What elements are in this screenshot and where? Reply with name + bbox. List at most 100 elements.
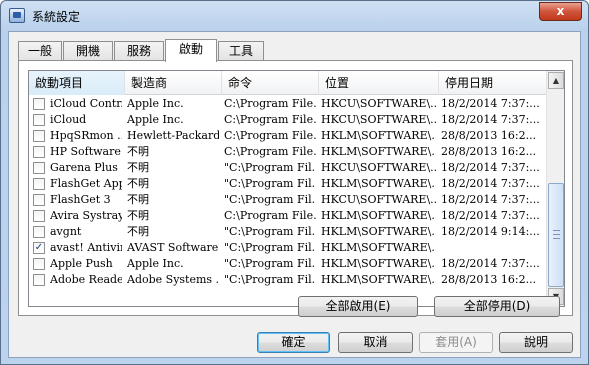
tab-tools[interactable]: 工具 bbox=[218, 41, 264, 61]
location-cell: HKLM\SOFTWARE\... bbox=[321, 257, 436, 270]
help-button[interactable]: 說明 bbox=[499, 332, 573, 353]
date-disabled-cell bbox=[441, 240, 547, 256]
date-disabled-cell: 18/2/2014 7:37:... bbox=[441, 257, 540, 270]
startup-item-name: Apple Push bbox=[50, 257, 113, 270]
command-cell: C:\Program File... bbox=[224, 209, 316, 222]
date-disabled-cell: 18/2/2014 7:37:... bbox=[441, 113, 540, 126]
list-item[interactable]: ✓ avast! Antivirus AVAST Software "C:\Progr… bbox=[29, 240, 547, 256]
list-item[interactable]: Garena Plus 不明 "C:\Program Fil... HKCU\SOFT… bbox=[29, 160, 547, 176]
list-item[interactable]: iCloud Contr... Apple Inc. C:\Program File… bbox=[29, 96, 547, 112]
list-item[interactable]: HP Software ... 不明 C:\Program File... HKLM\… bbox=[29, 144, 547, 160]
date-disabled-cell: 28/8/2013 16:2... bbox=[441, 129, 537, 142]
scrollbar-thumb[interactable] bbox=[548, 183, 564, 287]
list-item[interactable]: Apple Push Apple Inc. "C:\Program Fil... HK… bbox=[29, 256, 547, 272]
manufacturer-cell: 不明 bbox=[127, 209, 149, 222]
list-header: 啟動項目 製造商 命令 位置 停用日期 bbox=[29, 71, 547, 95]
command-cell: "C:\Program Fil... bbox=[224, 177, 316, 190]
tab-startup[interactable]: 啟動 bbox=[165, 39, 217, 62]
startup-item-name: HpqSRmon ... bbox=[50, 129, 122, 142]
column-header-startup-item[interactable]: 啟動項目 bbox=[29, 71, 125, 95]
system-config-app-icon bbox=[9, 8, 25, 23]
startup-item-name: iCloud Contr... bbox=[50, 97, 122, 110]
date-disabled-cell: 18/2/2014 7:37:... bbox=[441, 177, 540, 190]
manufacturer-cell: 不明 bbox=[127, 145, 149, 158]
startup-items-list[interactable]: 啟動項目 製造商 命令 位置 停用日期 iCloud Contr... Apple… bbox=[28, 70, 565, 307]
list-item[interactable]: Avira Systray 不明 C:\Program File... HKLM\SO… bbox=[29, 208, 547, 224]
list-rows: iCloud Contr... Apple Inc. C:\Program File… bbox=[29, 96, 547, 288]
tab-general[interactable]: 一般 bbox=[18, 41, 62, 61]
ok-button[interactable]: 確定 bbox=[257, 332, 330, 353]
command-cell: "C:\Program Fil... bbox=[224, 273, 316, 286]
date-disabled-cell: 18/2/2014 7:37:... bbox=[441, 97, 540, 110]
title-bar[interactable]: 系統設定 x bbox=[1, 1, 588, 31]
startup-item-name: Garena Plus bbox=[50, 161, 118, 174]
startup-item-checkbox[interactable] bbox=[33, 258, 45, 270]
startup-item-name: FlashGet 3 bbox=[50, 193, 111, 206]
manufacturer-cell: Hewlett-Packard bbox=[127, 129, 219, 142]
location-cell: HKLM\SOFTWARE\... bbox=[321, 241, 436, 254]
manufacturer-cell: 不明 bbox=[127, 161, 149, 174]
date-disabled-cell: 18/2/2014 9:14:... bbox=[441, 225, 540, 238]
location-cell: HKLM\SOFTWARE\... bbox=[321, 129, 436, 142]
disable-all-button[interactable]: 全部停用(D) bbox=[434, 296, 560, 317]
vertical-scrollbar[interactable]: ▲ ▼ bbox=[546, 71, 564, 306]
manufacturer-cell: 不明 bbox=[127, 193, 149, 206]
manufacturer-cell: 不明 bbox=[127, 177, 149, 190]
column-header-location[interactable]: 位置 bbox=[319, 71, 439, 95]
list-item[interactable]: iCloud Apple Inc. C:\Program File... HKCU\S… bbox=[29, 112, 547, 128]
startup-item-checkbox[interactable] bbox=[33, 210, 45, 222]
location-cell: HKLM\SOFTWARE\... bbox=[321, 145, 436, 158]
manufacturer-cell: 不明 bbox=[127, 225, 149, 238]
manufacturer-cell: Apple Inc. bbox=[127, 97, 184, 110]
tab-services[interactable]: 服務 bbox=[114, 41, 164, 61]
list-item[interactable]: avgnt 不明 "C:\Program Fil... HKLM\SOFTWARE\.… bbox=[29, 224, 547, 240]
startup-item-name: avgnt bbox=[50, 225, 82, 238]
startup-item-checkbox[interactable] bbox=[33, 162, 45, 174]
list-item[interactable]: FlashGet 3 不明 "C:\Program Fil... HKCU\SOFTW… bbox=[29, 192, 547, 208]
tab-boot[interactable]: 開機 bbox=[63, 41, 113, 61]
startup-item-checkbox[interactable] bbox=[33, 98, 45, 110]
startup-item-checkbox[interactable] bbox=[33, 114, 45, 126]
manufacturer-cell: AVAST Software bbox=[127, 241, 219, 254]
startup-item-name: FlashGet App... bbox=[50, 177, 122, 190]
list-item[interactable]: HpqSRmon ... Hewlett-Packard C:\Program Fi… bbox=[29, 128, 547, 144]
close-button[interactable]: x bbox=[539, 2, 582, 21]
startup-item-checkbox[interactable] bbox=[33, 178, 45, 190]
location-cell: HKLM\SOFTWARE\... bbox=[321, 225, 436, 238]
apply-button[interactable]: 套用(A) bbox=[419, 332, 493, 353]
command-cell: C:\Program File... bbox=[224, 97, 316, 110]
startup-item-name: iCloud bbox=[50, 113, 87, 126]
dialog-client-area: 一般 開機 服務 啟動 工具 啟動項目 製造商 命令 位置 停用日期 iClou… bbox=[8, 31, 581, 358]
startup-item-name: Adobe Reade... bbox=[50, 273, 122, 286]
manufacturer-cell: Apple Inc. bbox=[127, 257, 184, 270]
column-header-manufacturer[interactable]: 製造商 bbox=[125, 71, 222, 95]
startup-item-checkbox[interactable] bbox=[33, 274, 45, 286]
window-title: 系統設定 bbox=[32, 10, 81, 24]
list-item[interactable]: Adobe Reade... Adobe Systems ... "C:\Progr… bbox=[29, 272, 547, 288]
location-cell: HKLM\SOFTWARE\... bbox=[321, 177, 436, 190]
date-disabled-cell: 18/2/2014 7:37:... bbox=[441, 193, 540, 206]
command-cell: "C:\Program Fil... bbox=[224, 225, 316, 238]
column-header-command[interactable]: 命令 bbox=[222, 71, 319, 95]
command-cell: C:\Program File... bbox=[224, 113, 316, 126]
startup-item-name: Avira Systray bbox=[50, 209, 122, 222]
enable-all-button[interactable]: 全部啟用(E) bbox=[298, 296, 418, 317]
startup-tab-panel: 啟動項目 製造商 命令 位置 停用日期 iCloud Contr... Apple… bbox=[18, 60, 573, 316]
date-disabled-cell: 28/8/2013 16:2... bbox=[441, 273, 537, 286]
startup-item-checkbox[interactable] bbox=[33, 194, 45, 206]
startup-item-checkbox[interactable]: ✓ bbox=[33, 242, 45, 254]
startup-item-checkbox[interactable] bbox=[33, 226, 45, 238]
location-cell: HKCU\SOFTWARE\... bbox=[321, 193, 436, 206]
startup-item-checkbox[interactable] bbox=[33, 130, 45, 142]
command-cell: "C:\Program Fil... bbox=[224, 241, 316, 254]
startup-item-checkbox[interactable] bbox=[33, 146, 45, 158]
command-cell: "C:\Program Fil... bbox=[224, 193, 316, 206]
list-item[interactable]: FlashGet App... 不明 "C:\Program Fil... HKLM\… bbox=[29, 176, 547, 192]
scroll-up-arrow-icon[interactable]: ▲ bbox=[548, 72, 564, 89]
cancel-button[interactable]: 取消 bbox=[338, 332, 413, 353]
manufacturer-cell: Apple Inc. bbox=[127, 113, 184, 126]
startup-item-name: HP Software ... bbox=[50, 145, 122, 158]
manufacturer-cell: Adobe Systems ... bbox=[127, 273, 219, 286]
column-header-date-disabled[interactable]: 停用日期 bbox=[439, 71, 547, 95]
date-disabled-cell: 28/8/2013 16:2... bbox=[441, 145, 537, 158]
